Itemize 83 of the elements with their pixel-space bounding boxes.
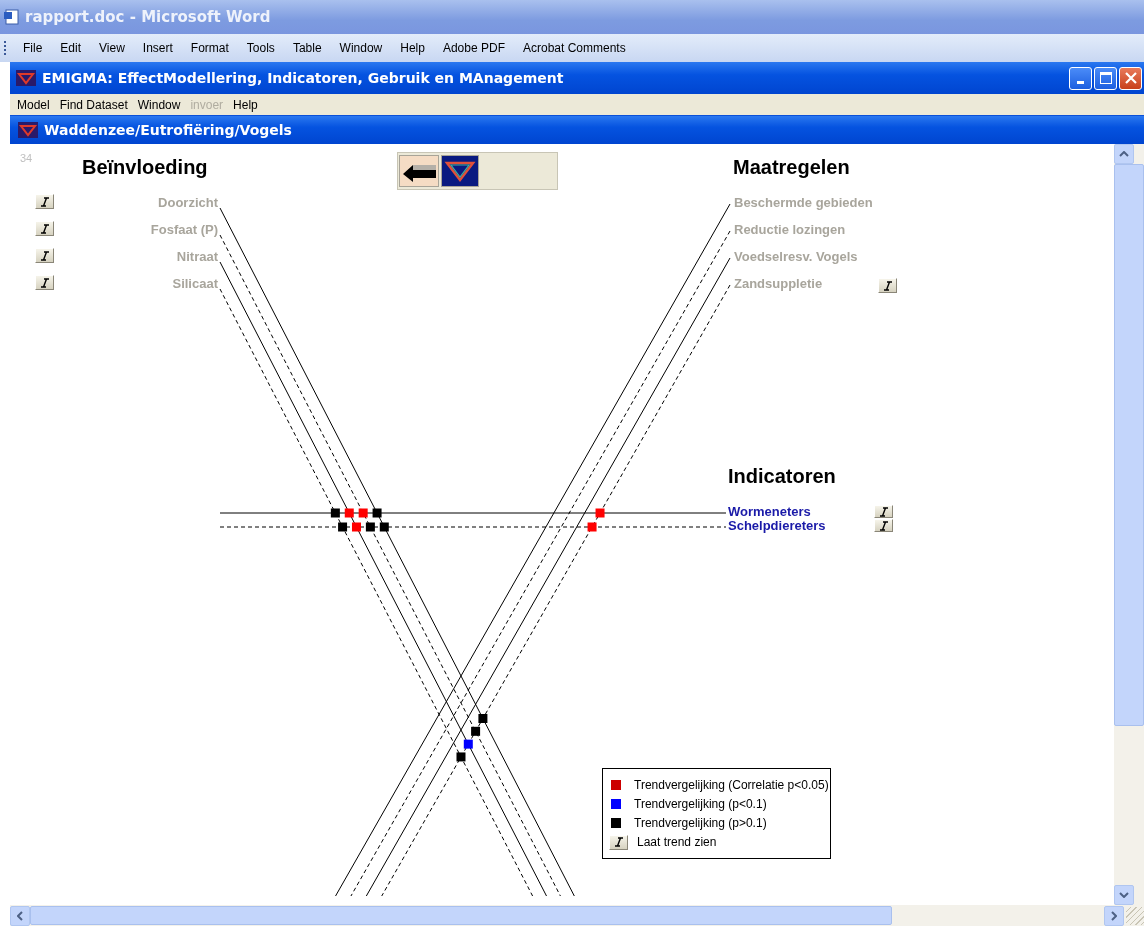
- window-title: EMIGMA: EffectModellering, Indicatoren, Gebruik en MAnagement: [42, 70, 565, 86]
- item-label[interactable]: Schelpdiereters: [728, 518, 826, 534]
- vertical-scrollbar[interactable]: [1114, 144, 1144, 905]
- slanted-line-icon: [878, 520, 889, 531]
- menu-item[interactable]: Table: [283, 39, 331, 57]
- menu-item[interactable]: Help: [228, 97, 263, 112]
- menu-item[interactable]: View: [90, 39, 134, 57]
- menu-item[interactable]: Insert: [133, 39, 182, 57]
- menu-item[interactable]: Window: [132, 97, 186, 112]
- scroll-thumb[interactable]: [1114, 164, 1144, 726]
- menu-item[interactable]: Acrobat Comments: [514, 39, 635, 57]
- trend-button[interactable]: [874, 519, 893, 532]
- item-label[interactable]: Wormeneters: [728, 504, 811, 520]
- page-number: 34: [20, 152, 33, 164]
- slanted-line-icon: [39, 277, 50, 288]
- trend-marker[interactable]: [344, 508, 354, 518]
- legend-text: Laat trend zien: [637, 835, 717, 849]
- horizontal-scrollbar[interactable]: [10, 905, 1144, 926]
- trend-marker[interactable]: [456, 752, 466, 762]
- chevron-right-icon: [1111, 910, 1117, 921]
- section-heading: Indicatoren: [728, 465, 836, 488]
- chevron-down-icon: [1119, 892, 1129, 898]
- menu-item[interactable]: Help: [391, 39, 434, 57]
- trend-marker[interactable]: [338, 522, 348, 532]
- close-icon: [1124, 72, 1137, 84]
- scroll-left-button[interactable]: [10, 905, 30, 926]
- trend-button[interactable]: [35, 248, 54, 263]
- trend-marker[interactable]: [478, 714, 488, 723]
- slanted-line-icon: [39, 196, 50, 207]
- chevron-left-icon: [17, 910, 23, 921]
- trend-button[interactable]: [874, 505, 893, 518]
- trend-marker[interactable]: [372, 508, 382, 518]
- window-title: rapport.doc - Microsoft Word: [25, 8, 271, 26]
- minimize-icon: [1077, 81, 1084, 84]
- maximize-button[interactable]: [1094, 66, 1117, 90]
- trend-button[interactable]: [35, 194, 54, 209]
- scroll-up-button[interactable]: [1114, 144, 1134, 164]
- scroll-right-button[interactable]: [1104, 905, 1124, 926]
- maximize-icon: [1099, 72, 1112, 84]
- slanted-line-icon: [39, 250, 50, 261]
- trend-marker[interactable]: [358, 508, 368, 518]
- trend-marker[interactable]: [365, 522, 375, 532]
- slanted-line-icon: [882, 280, 893, 291]
- menu-item[interactable]: Window: [330, 39, 392, 57]
- menu-item[interactable]: Edit: [51, 39, 91, 57]
- trend-marker[interactable]: [595, 508, 605, 518]
- section-heading: Maatregelen: [733, 156, 850, 179]
- minimize-button[interactable]: [1069, 66, 1092, 90]
- slanted-line-icon: [878, 506, 889, 517]
- menu-item[interactable]: Adobe PDF: [433, 39, 514, 57]
- menu-item[interactable]: Format: [181, 39, 238, 57]
- menu-item[interactable]: Model: [12, 97, 55, 112]
- chevron-up-icon: [1119, 151, 1129, 157]
- legend-text: Trendvergelijking (p<0.1): [634, 797, 767, 811]
- close-button[interactable]: [1119, 66, 1142, 90]
- trend-marker[interactable]: [471, 726, 481, 736]
- trend-marker[interactable]: [330, 508, 340, 518]
- trend-marker[interactable]: [352, 522, 361, 532]
- scroll-down-button[interactable]: [1114, 885, 1134, 905]
- legend-text: Trendvergelijking (p>0.1): [634, 816, 767, 830]
- slanted-line-icon: [613, 837, 624, 847]
- app-logo-icon: [16, 70, 36, 86]
- trend-button[interactable]: [609, 834, 628, 850]
- toolbar-grip-icon: [4, 41, 8, 55]
- document-icon: [4, 9, 20, 25]
- logo-button[interactable]: [441, 155, 479, 187]
- trend-marker[interactable]: [587, 522, 597, 532]
- slanted-line-icon: [39, 223, 50, 234]
- menu-item[interactable]: File: [14, 39, 52, 57]
- legend-text: Trendvergelijking (Correlatie p<0.05): [634, 778, 829, 792]
- menu-item[interactable]: Tools: [237, 39, 284, 57]
- trend-marker[interactable]: [379, 522, 389, 532]
- window-title: Waddenzee/Eutrofiëring/Vogels: [44, 122, 292, 138]
- back-button[interactable]: [399, 155, 439, 187]
- trend-marker[interactable]: [463, 739, 473, 749]
- trend-button[interactable]: [878, 278, 897, 293]
- menu-item[interactable]: Find Dataset: [54, 97, 133, 112]
- section-heading: Beïnvloeding: [82, 156, 208, 179]
- trend-button[interactable]: [35, 221, 54, 236]
- trend-button[interactable]: [35, 275, 54, 290]
- window-logo-icon: [18, 122, 38, 138]
- scroll-thumb[interactable]: [30, 906, 892, 925]
- resize-grip-icon[interactable]: [1126, 906, 1144, 925]
